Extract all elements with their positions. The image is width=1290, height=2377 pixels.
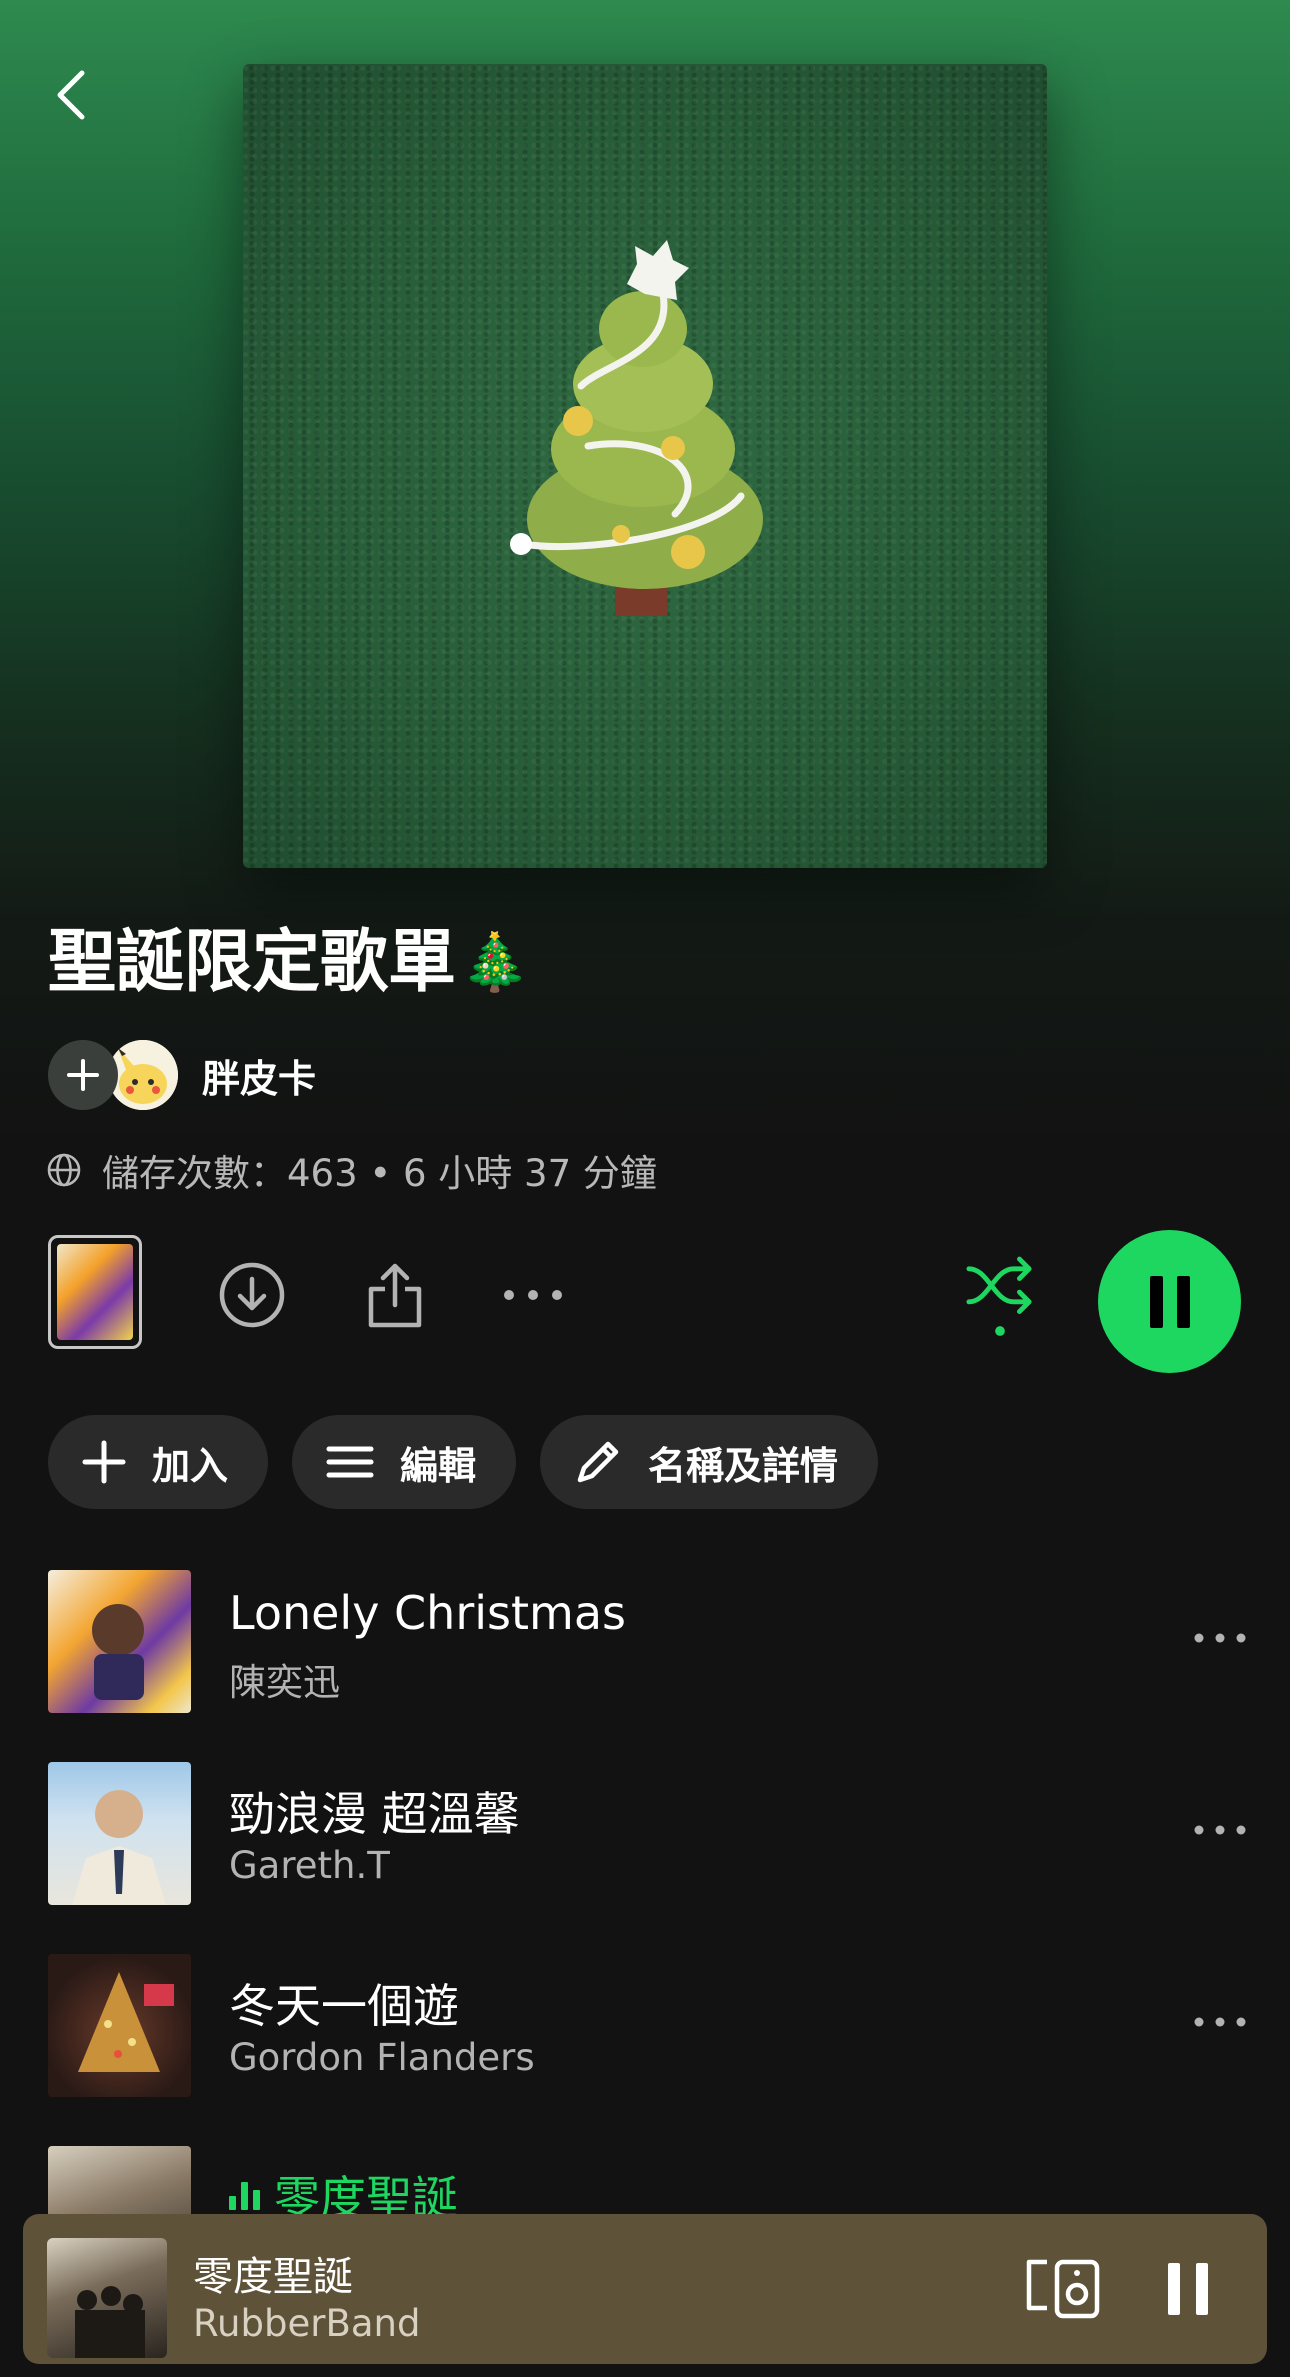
more-icon [1194,2017,1246,2027]
track-artwork [48,1570,191,1713]
playlist-title-text: 聖誕限定歌單 [48,923,457,1002]
preview-cover-button[interactable] [48,1235,142,1349]
more-options-button[interactable] [498,1260,568,1330]
now-playing-pause-button[interactable] [1153,2254,1223,2324]
pencil-icon [574,1438,622,1486]
connect-device-button[interactable] [1023,2254,1103,2324]
shuffle-button[interactable] [965,1252,1035,1342]
action-bar [0,1230,1290,1373]
name-details-button[interactable]: 名稱及詳情 [540,1415,879,1509]
owner-row: 胖皮卡 [48,1040,316,1110]
share-icon [368,1263,422,1328]
plus-icon [67,1059,99,1091]
add-collaborator-button[interactable] [48,1040,118,1110]
more-icon [1194,1633,1246,1643]
now-playing-bar[interactable]: 零度聖誕 RubberBand [23,2214,1267,2364]
add-songs-button[interactable]: 加入 [48,1415,269,1509]
playlist-cover [243,64,1047,868]
track-row[interactable]: 勁浪漫 超溫馨 Gareth.T [0,1760,1290,1905]
playlist-meta: 儲存次數：463 • 6 小時 37 分鐘 [46,1145,657,1195]
track-title: Lonely Christmas [229,1586,626,1640]
track-row[interactable]: Lonely Christmas 陳奕迅 [0,1568,1290,1713]
owner-name[interactable]: 胖皮卡 [202,1048,316,1103]
more-icon [1194,1825,1246,1835]
track-artwork [48,1954,191,2097]
pause-icon [1168,2263,1208,2315]
now-playing-title: 零度聖誕 [193,2254,353,2300]
back-button[interactable] [40,60,100,130]
christmas-tree-icon [510,240,763,616]
save-count-duration: 儲存次數：463 • 6 小時 37 分鐘 [102,1152,657,1195]
share-button[interactable] [360,1260,430,1330]
avatar[interactable] [108,1040,178,1110]
playlist-title: 聖誕限定歌單 🎄 [48,918,530,1008]
plus-icon [82,1440,126,1484]
globe-icon [46,1152,82,1188]
now-playing-artist: RubberBand [193,2302,421,2345]
equalizer-icon [229,2180,260,2210]
shuffle-icon [966,1256,1032,1336]
pikachu-avatar-icon [108,1040,178,1110]
now-playing-artwork [47,2238,167,2358]
track-title: 冬天一個遊 [229,1979,459,2033]
edit-playlist-label: 編輯 [400,1443,477,1488]
pause-button[interactable] [1098,1230,1241,1373]
track-more-button[interactable] [1190,1608,1250,1668]
preview-cover-art [57,1244,133,1340]
name-details-label: 名稱及詳情 [648,1443,839,1488]
list-icon [326,1445,374,1479]
add-songs-label: 加入 [152,1443,229,1488]
chevron-left-icon [57,70,85,120]
pause-icon [1149,1275,1190,1328]
download-button[interactable] [217,1260,287,1330]
track-row[interactable]: 冬天一個遊 Gordon Flanders [0,1952,1290,2097]
track-title: 勁浪漫 超溫馨 [229,1787,520,1841]
playlist-actions: 加入 編輯 名稱及詳情 [48,1415,879,1509]
track-artist: 陳奕迅 [229,1661,340,1704]
more-icon [504,1290,562,1300]
track-artist: Gordon Flanders [229,2036,535,2079]
track-more-button[interactable] [1190,1800,1250,1860]
edit-playlist-button[interactable]: 編輯 [292,1415,517,1509]
track-artist: Gareth.T [229,1844,390,1887]
track-more-button[interactable] [1190,1992,1250,2052]
device-speaker-icon [1026,2259,1100,2319]
track-artwork [48,1762,191,1905]
christmas-tree-emoji: 🎄 [460,930,530,995]
download-icon [219,1262,285,1328]
